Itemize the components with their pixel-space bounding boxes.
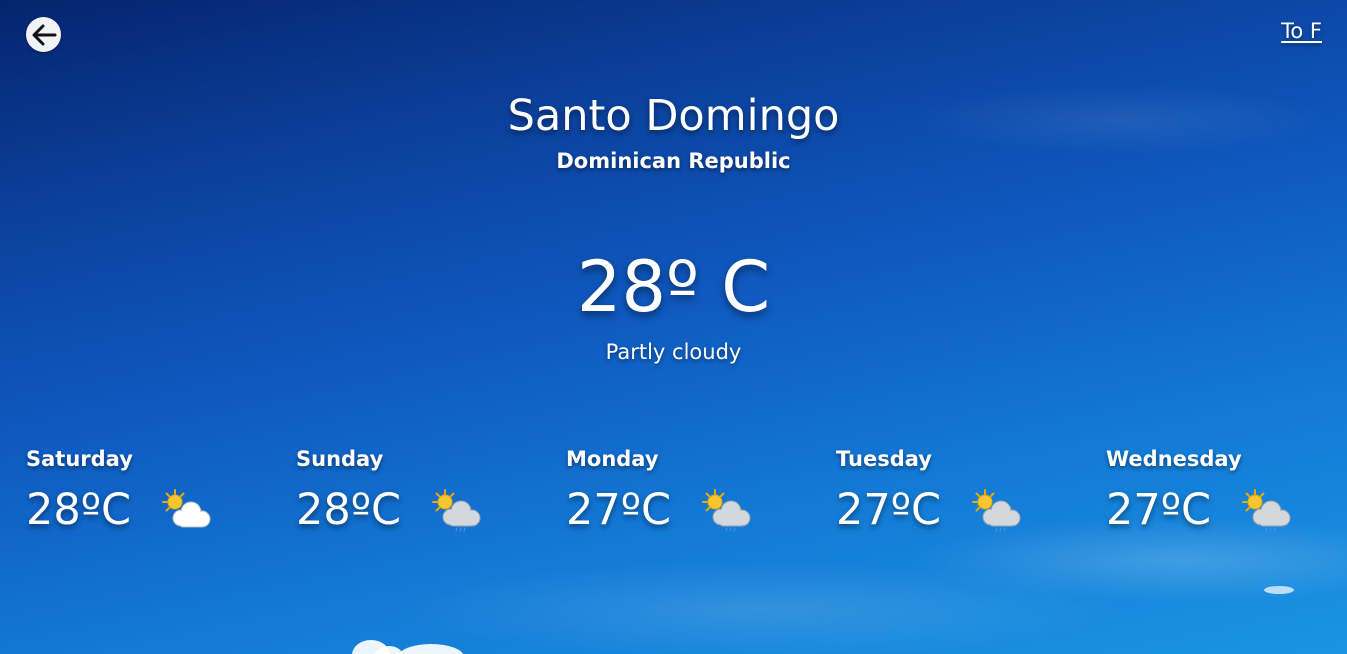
arrow-left-icon	[32, 24, 56, 45]
country-name: Dominican Republic	[556, 149, 791, 173]
forecast-day-name: Tuesday	[836, 447, 932, 471]
forecast-list: Saturday 28ºC Sunday 28ºC Monday 27ºC Tu…	[26, 444, 1347, 538]
forecast-day-temperature: 28ºC	[26, 485, 132, 535]
forecast-day-temperature: 27ºC	[1106, 485, 1212, 535]
background-cloud	[1264, 586, 1294, 594]
forecast-day-temperature: 28ºC	[296, 485, 402, 535]
unit-toggle-link[interactable]: To F	[1281, 19, 1322, 43]
back-button[interactable]	[26, 17, 61, 52]
forecast-day: Wednesday 27ºC	[1106, 444, 1347, 538]
forecast-day-row: 27ºC	[566, 482, 836, 538]
forecast-day-row: 28ºC	[26, 482, 296, 538]
forecast-day-name: Wednesday	[1106, 447, 1242, 471]
location-header: Santo Domingo Dominican Republic	[0, 88, 1347, 176]
background-cloud	[398, 644, 464, 654]
partly-cloudy-icon	[162, 489, 211, 528]
forecast-day-name: Monday	[566, 447, 659, 471]
forecast-day-name: Sunday	[296, 447, 384, 471]
forecast-day-row: 27ºC	[836, 482, 1106, 538]
forecast-day-name: Saturday	[26, 447, 133, 471]
sun-cloud-rain-icon	[702, 489, 751, 532]
forecast-day: Monday 27ºC	[566, 444, 836, 538]
city-name: Santo Domingo	[507, 91, 840, 141]
sun-cloud-rain-icon	[1242, 489, 1291, 532]
forecast-day-temperature: 27ºC	[836, 485, 942, 535]
current-condition: Partly cloudy	[605, 340, 742, 364]
forecast-day: Saturday 28ºC	[26, 444, 296, 538]
forecast-day: Tuesday 27ºC	[836, 444, 1106, 538]
forecast-day-temperature: 27ºC	[566, 485, 672, 535]
sun-cloud-rain-icon	[432, 489, 481, 532]
current-temperature: 28º C	[576, 246, 771, 328]
forecast-day-row: 27ºC	[1106, 482, 1347, 538]
forecast-day: Sunday 28ºC	[296, 444, 566, 538]
current-weather: 28º C Partly cloudy	[0, 242, 1347, 366]
forecast-day-row: 28ºC	[296, 482, 566, 538]
sun-cloud-rain-icon	[972, 489, 1021, 532]
